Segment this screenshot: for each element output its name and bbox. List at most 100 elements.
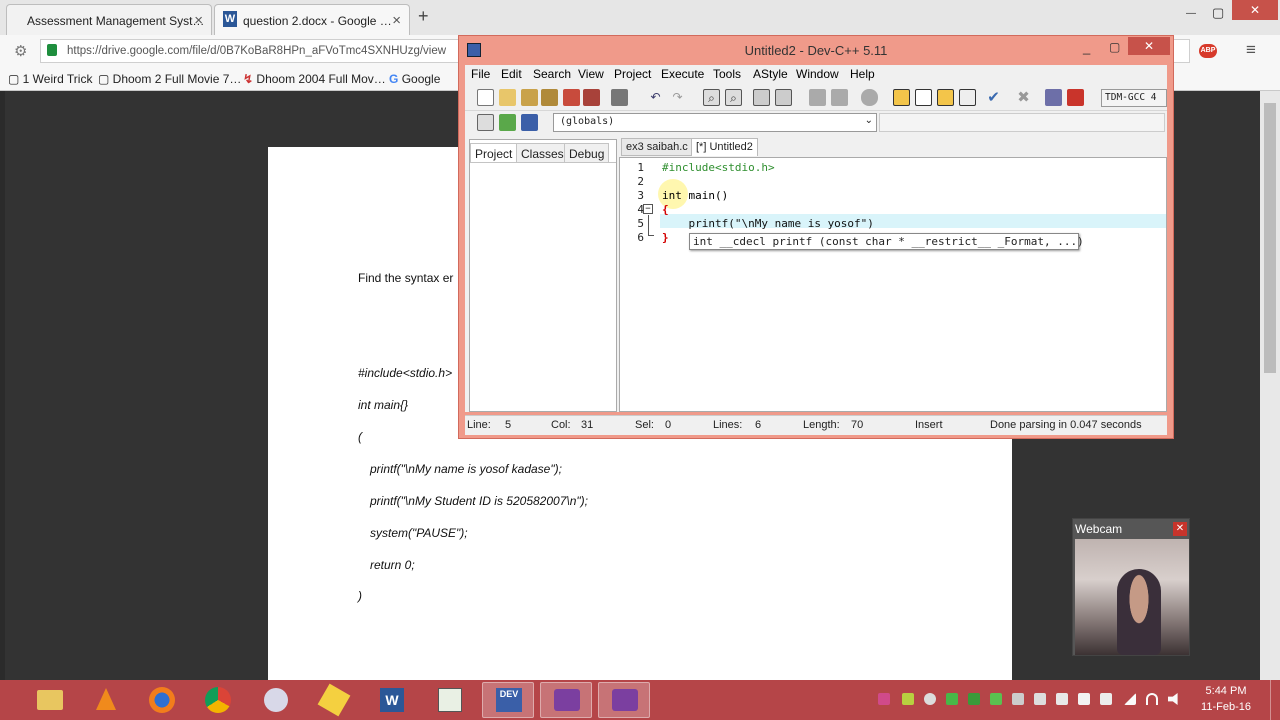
tray-leaf-icon[interactable] xyxy=(990,693,1002,705)
project-tree[interactable] xyxy=(470,162,616,411)
tray-app-icon[interactable] xyxy=(878,693,890,705)
maximize-icon[interactable]: ▢ xyxy=(1212,5,1224,21)
bookmark-dhoom2[interactable]: ▢ Dhoom 2 Full Movie 7… xyxy=(98,72,241,86)
open-project-icon[interactable] xyxy=(915,89,932,106)
vlc-button[interactable] xyxy=(80,682,132,718)
tray-flag-icon[interactable] xyxy=(1012,693,1024,705)
chrome-button[interactable] xyxy=(192,682,244,718)
tray-circle-icon[interactable] xyxy=(924,693,936,705)
menu-tools[interactable]: Tools xyxy=(713,67,741,81)
unindent-icon[interactable] xyxy=(775,89,792,106)
code-editor[interactable]: 1 2 3 4 5 6 − #include<stdio.h> int main… xyxy=(619,157,1167,412)
menu-file[interactable]: File xyxy=(471,67,490,81)
toggle-bookmark-icon[interactable] xyxy=(521,114,538,131)
redo-icon[interactable]: ↷ xyxy=(669,89,686,106)
replace-icon[interactable]: ⌕ xyxy=(725,89,742,106)
tab-close-icon[interactable]: × xyxy=(392,12,401,29)
devcpp-close-button[interactable]: ✕ xyxy=(1128,37,1170,55)
menu-help[interactable]: Help xyxy=(850,67,875,81)
check-syntax-icon[interactable]: ✔ xyxy=(985,89,1002,106)
back-icon[interactable] xyxy=(809,89,826,106)
browser-tab-question2[interactable]: W question 2.docx - Google … × xyxy=(214,4,410,35)
bookmark-toggle-icon[interactable] xyxy=(861,89,878,106)
browser-tab-assessment[interactable]: Assessment Management Syst… × xyxy=(6,4,212,35)
globals-dropdown[interactable]: (globals) ⌄ xyxy=(553,113,877,132)
tray-monitor-icon[interactable] xyxy=(1056,693,1068,705)
tray-triangle-icon[interactable] xyxy=(946,693,958,705)
devcpp-taskbar-button[interactable]: DEV xyxy=(482,682,534,718)
tab-close-icon[interactable]: × xyxy=(194,12,203,29)
bookmark-weird-trick[interactable]: ▢ 1 Weird Trick xyxy=(8,72,92,86)
tray-drive-icon[interactable] xyxy=(1100,693,1112,705)
bookmark-dhoom2004[interactable]: ↯ Dhoom 2004 Full Mov… xyxy=(243,72,386,86)
menu-astyle[interactable]: AStyle xyxy=(753,67,788,81)
indent-icon[interactable] xyxy=(753,89,770,106)
scrollbar-thumb[interactable] xyxy=(1264,103,1276,373)
tab-debug[interactable]: Debug xyxy=(564,143,610,163)
goto-icon[interactable] xyxy=(499,114,516,131)
save-icon[interactable] xyxy=(521,89,538,106)
tray-wifi-icon[interactable] xyxy=(1146,693,1158,705)
doc-line: Find the syntax er xyxy=(358,271,454,285)
new-file-icon[interactable] xyxy=(477,89,494,106)
fold-collapse-icon[interactable]: − xyxy=(643,204,653,214)
devcpp-maximize-button[interactable]: ▢ xyxy=(1109,40,1120,54)
project-options-icon[interactable] xyxy=(937,89,954,106)
menu-edit[interactable]: Edit xyxy=(501,67,522,81)
close-file-icon[interactable] xyxy=(563,89,580,106)
members-dropdown[interactable] xyxy=(879,113,1165,132)
settings-icon[interactable]: ⚙ xyxy=(14,42,27,60)
profile-icon[interactable] xyxy=(1067,89,1084,106)
find-icon[interactable]: ⌕ xyxy=(703,89,720,106)
close-all-icon[interactable] xyxy=(583,89,600,106)
word-button[interactable]: W xyxy=(366,682,418,718)
webcam-close-button[interactable]: ✕ xyxy=(1173,522,1187,536)
recorder-button[interactable] xyxy=(540,682,592,718)
minimize-icon[interactable]: — xyxy=(1186,8,1196,19)
undo-icon[interactable]: ↶ xyxy=(647,89,664,106)
clock-date[interactable]: 11-Feb-16 xyxy=(1196,701,1256,713)
devcpp-minimize-button[interactable]: _ xyxy=(1083,40,1090,55)
tab-classes[interactable]: Classes xyxy=(516,143,569,163)
forward-icon[interactable] xyxy=(831,89,848,106)
compiler-select[interactable]: TDM-GCC 4 xyxy=(1101,89,1167,107)
editor-tab-untitled2[interactable]: [*] Untitled2 xyxy=(691,138,758,156)
line-number: 2 xyxy=(637,175,644,188)
new-tab-button[interactable]: + xyxy=(418,6,429,27)
clock-time[interactable]: 5:44 PM xyxy=(1198,685,1254,697)
abp-icon[interactable]: ABP xyxy=(1199,44,1217,58)
save-all-icon[interactable] xyxy=(541,89,558,106)
tray-volume-icon[interactable] xyxy=(1168,693,1178,705)
stop-icon[interactable]: ✖ xyxy=(1015,89,1032,106)
menu-icon[interactable]: ≡ xyxy=(1246,40,1256,60)
menu-view[interactable]: View xyxy=(578,67,604,81)
editor-tab-ex3[interactable]: ex3 saibah.c xyxy=(621,138,693,156)
browser-close-button[interactable]: ✕ xyxy=(1232,0,1278,20)
open-file-icon[interactable] xyxy=(499,89,516,106)
menu-search[interactable]: Search xyxy=(533,67,571,81)
recorder-button-2[interactable] xyxy=(598,682,650,718)
menu-window[interactable]: Window xyxy=(796,67,839,81)
insert-icon[interactable] xyxy=(477,114,494,131)
paint-button[interactable] xyxy=(308,682,360,718)
menu-project[interactable]: Project xyxy=(614,67,651,81)
tray-shield-icon[interactable] xyxy=(968,693,980,705)
menu-execute[interactable]: Execute xyxy=(661,67,704,81)
page-scrollbar[interactable] xyxy=(1260,91,1280,680)
tray-signal-icon[interactable] xyxy=(1124,693,1136,705)
print-icon[interactable] xyxy=(611,89,628,106)
tray-battery-icon[interactable] xyxy=(902,693,914,705)
tab-project[interactable]: Project xyxy=(470,143,518,163)
app-button[interactable] xyxy=(250,682,302,718)
notepad-button[interactable] xyxy=(424,682,476,718)
show-desktop-button[interactable] xyxy=(1270,680,1280,720)
chart-icon[interactable] xyxy=(1045,89,1062,106)
firefox-button[interactable] xyxy=(136,682,188,718)
devcpp-titlebar: Untitled2 - Dev-C++ 5.11 _ ▢ ✕ xyxy=(459,36,1173,64)
class-browser-icon[interactable] xyxy=(959,89,976,106)
tray-network-icon[interactable] xyxy=(1078,693,1090,705)
file-explorer-button[interactable] xyxy=(24,682,76,718)
new-project-icon[interactable] xyxy=(893,89,910,106)
tray-keyboard-icon[interactable] xyxy=(1034,693,1046,705)
bookmark-google[interactable]: G Google xyxy=(389,72,440,86)
